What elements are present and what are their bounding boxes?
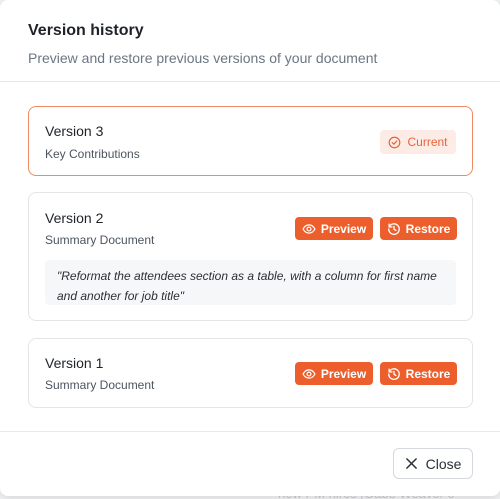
check-circle-icon xyxy=(389,136,401,148)
version-card-2: Version 2 Summary Document Preview Resto… xyxy=(28,192,473,321)
preview-button-label: Preview xyxy=(320,221,367,236)
restore-button-label: Restore xyxy=(405,221,451,236)
version-card-1: Version 1 Summary Document Preview Resto… xyxy=(28,338,473,408)
version-description: Summary Document xyxy=(45,378,155,392)
close-icon xyxy=(405,458,417,469)
version-name: Version 2 xyxy=(45,210,104,226)
close-button[interactable]: Close xyxy=(393,448,473,479)
close-button-label: Close xyxy=(425,455,462,472)
current-badge: Current xyxy=(380,130,456,154)
restore-button[interactable]: Restore xyxy=(380,362,457,385)
version-name: Version 3 xyxy=(45,123,104,139)
restore-button-label: Restore xyxy=(405,366,451,381)
version-description: Key Contributions xyxy=(45,147,140,161)
modal-title: Version history xyxy=(28,22,144,39)
current-badge-label: Current xyxy=(407,135,448,149)
preview-button[interactable]: Preview xyxy=(295,217,373,240)
history-icon xyxy=(387,222,400,235)
version-card-3: Version 3 Key Contributions Current xyxy=(28,106,473,176)
version-history-modal: Version history Preview and restore prev… xyxy=(0,0,500,496)
eye-icon xyxy=(302,223,316,234)
footer-divider xyxy=(0,431,500,432)
preview-button-label: Preview xyxy=(320,366,367,381)
modal-header: Version history Preview and restore prev… xyxy=(0,0,500,82)
version-prompt: "Reformat the attendees section as a tab… xyxy=(45,260,456,305)
version-description: Summary Document xyxy=(45,233,155,247)
eye-icon xyxy=(302,368,316,379)
version-name: Version 1 xyxy=(45,355,104,371)
restore-button[interactable]: Restore xyxy=(380,217,457,240)
history-icon xyxy=(387,367,400,380)
modal-subtitle: Preview and restore previous versions of… xyxy=(28,50,378,66)
preview-button[interactable]: Preview xyxy=(295,362,373,385)
